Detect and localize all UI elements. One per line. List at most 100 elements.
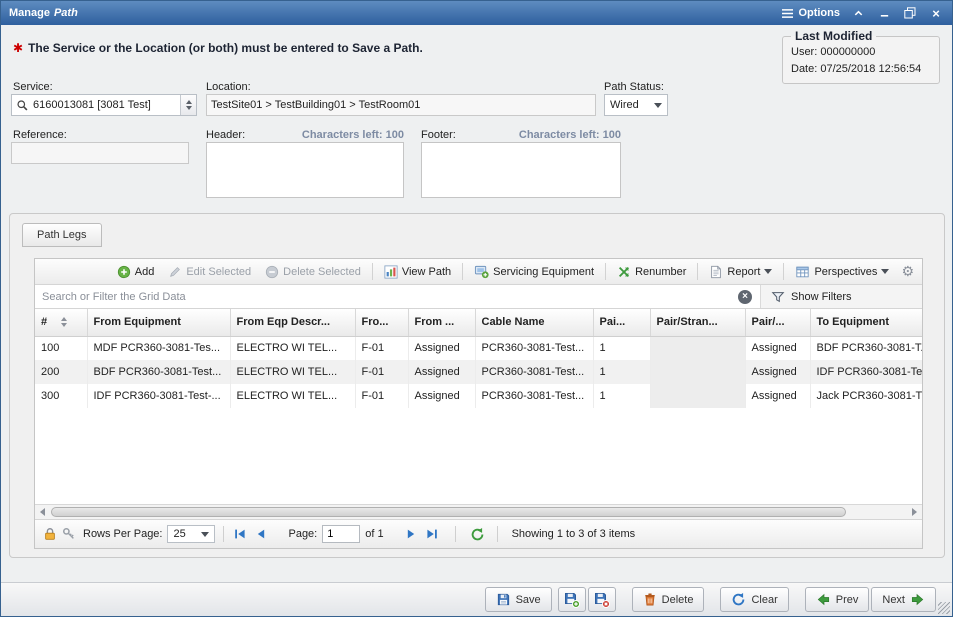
cell[interactable]: PCR360-3081-Test... bbox=[475, 360, 593, 384]
cell[interactable]: PCR360-3081-Test... bbox=[475, 384, 593, 408]
last-modified-box: Last Modified User: 000000000 Date: 07/2… bbox=[782, 29, 940, 84]
window-title-emphasis: Path bbox=[54, 7, 78, 19]
clear-search-button[interactable]: × bbox=[738, 290, 752, 304]
footer-textarea[interactable] bbox=[421, 142, 621, 198]
cell[interactable]: F-01 bbox=[355, 336, 408, 360]
scroll-left-button[interactable] bbox=[35, 505, 50, 519]
lock-button[interactable] bbox=[43, 527, 57, 541]
cell[interactable]: Assigned bbox=[408, 360, 475, 384]
cell[interactable] bbox=[650, 384, 745, 408]
column-header-pair[interactable]: Pair/... bbox=[745, 309, 810, 336]
cell[interactable]: BDF PCR360-3081-T... bbox=[810, 336, 922, 360]
pager-status: Showing 1 to 3 of 3 items bbox=[512, 528, 636, 540]
grid-settings-button[interactable]: ⚙ bbox=[897, 264, 918, 280]
add-button[interactable]: Add bbox=[111, 263, 161, 281]
cell[interactable]: F-01 bbox=[355, 384, 408, 408]
save-and-close-button[interactable] bbox=[588, 587, 616, 612]
delete-button[interactable]: Delete bbox=[632, 587, 705, 612]
next-button[interactable]: Next bbox=[871, 587, 936, 612]
search-input[interactable] bbox=[35, 291, 738, 303]
header-textarea[interactable] bbox=[206, 142, 404, 198]
column-header-cable-name[interactable]: Cable Name bbox=[475, 309, 593, 336]
resize-grip[interactable] bbox=[938, 602, 950, 614]
minimize-button[interactable] bbox=[876, 5, 892, 21]
servicing-equipment-label: Servicing Equipment bbox=[493, 266, 594, 278]
column-header-from-eqp-descr[interactable]: From Eqp Descr... bbox=[230, 309, 355, 336]
window-title-prefix: Manage bbox=[9, 7, 50, 19]
view-path-button[interactable]: View Path bbox=[378, 263, 457, 281]
prev-label: Prev bbox=[836, 594, 859, 606]
save-button[interactable]: Save bbox=[485, 587, 552, 612]
cell[interactable]: 100 bbox=[35, 336, 87, 360]
first-page-button[interactable] bbox=[232, 526, 248, 542]
cell[interactable]: ELECTRO WI TEL... bbox=[230, 336, 355, 360]
last-page-button[interactable] bbox=[424, 526, 440, 542]
column-header-to-equipment[interactable]: To Equipment bbox=[810, 309, 922, 336]
cell[interactable]: Assigned bbox=[745, 336, 810, 360]
table-row[interactable]: 200 BDF PCR360-3081-Test... ELECTRO WI T… bbox=[35, 360, 922, 384]
cell[interactable]: BDF PCR360-3081-Test... bbox=[87, 360, 230, 384]
table-row[interactable]: 100 MDF PCR360-3081-Tes... ELECTRO WI TE… bbox=[35, 336, 922, 360]
report-button[interactable]: Report bbox=[703, 263, 778, 281]
cell[interactable]: F-01 bbox=[355, 360, 408, 384]
column-header-from[interactable]: From ... bbox=[408, 309, 475, 336]
chevron-down-icon bbox=[881, 269, 889, 274]
tab-path-legs[interactable]: Path Legs bbox=[22, 223, 102, 247]
prev-button[interactable]: Prev bbox=[805, 587, 870, 612]
cell[interactable]: IDF PCR360-3081-Te... bbox=[810, 360, 922, 384]
service-field[interactable]: 6160013081 [3081 Test] bbox=[11, 94, 197, 116]
column-header-fro[interactable]: Fro... bbox=[355, 309, 408, 336]
close-button[interactable]: × bbox=[928, 5, 944, 21]
cell[interactable]: 1 bbox=[593, 360, 650, 384]
page-input[interactable] bbox=[322, 525, 360, 543]
location-field[interactable]: TestSite01 > TestBuilding01 > TestRoom01 bbox=[206, 94, 596, 116]
cell[interactable]: Jack PCR360-3081-T... bbox=[810, 384, 922, 408]
next-page-button[interactable] bbox=[403, 526, 419, 542]
collapse-button[interactable] bbox=[850, 5, 866, 21]
popout-button[interactable] bbox=[902, 5, 918, 21]
column-header-from-equipment[interactable]: From Equipment bbox=[87, 309, 230, 336]
cell[interactable] bbox=[650, 336, 745, 360]
options-button[interactable]: Options bbox=[781, 7, 840, 19]
save-and-new-button[interactable] bbox=[558, 587, 586, 612]
cell[interactable]: MDF PCR360-3081-Tes... bbox=[87, 336, 230, 360]
cell[interactable]: Assigned bbox=[745, 384, 810, 408]
scrollbar-thumb[interactable] bbox=[51, 507, 846, 517]
save-icon bbox=[496, 592, 511, 607]
perspectives-button[interactable]: Perspectives bbox=[789, 263, 895, 281]
service-label: Service: bbox=[13, 81, 53, 93]
table-row[interactable]: 300 IDF PCR360-3081-Test-... ELECTRO WI … bbox=[35, 384, 922, 408]
cell[interactable]: 200 bbox=[35, 360, 87, 384]
cell[interactable]: PCR360-3081-Test... bbox=[475, 336, 593, 360]
add-label: Add bbox=[135, 266, 155, 278]
cell[interactable]: 300 bbox=[35, 384, 87, 408]
cell[interactable]: Assigned bbox=[408, 384, 475, 408]
horizontal-scrollbar[interactable] bbox=[35, 504, 922, 519]
cell[interactable]: ELECTRO WI TEL... bbox=[230, 384, 355, 408]
cell[interactable]: Assigned bbox=[408, 336, 475, 360]
scroll-right-button[interactable] bbox=[907, 505, 922, 519]
column-header-pai[interactable]: Pai... bbox=[593, 309, 650, 336]
cell[interactable]: ELECTRO WI TEL... bbox=[230, 360, 355, 384]
column-header-pair-stran[interactable]: Pair/Stran... bbox=[650, 309, 745, 336]
edit-selected-button[interactable]: Edit Selected bbox=[162, 263, 257, 281]
refresh-button[interactable] bbox=[470, 526, 486, 542]
renumber-button[interactable]: Renumber bbox=[611, 263, 692, 281]
delete-selected-button[interactable]: Delete Selected bbox=[259, 263, 367, 281]
renumber-icon bbox=[617, 265, 631, 279]
clear-button[interactable]: Clear bbox=[720, 587, 788, 612]
cell[interactable]: 1 bbox=[593, 336, 650, 360]
path-status-select[interactable]: Wired bbox=[604, 94, 668, 116]
column-header-number[interactable]: # bbox=[35, 309, 87, 336]
rows-per-page-select[interactable]: 25 bbox=[167, 525, 215, 543]
prev-page-button[interactable] bbox=[253, 526, 269, 542]
service-picker-trigger[interactable] bbox=[180, 95, 196, 115]
cell[interactable]: 1 bbox=[593, 384, 650, 408]
servicing-equipment-button[interactable]: Servicing Equipment bbox=[468, 262, 600, 281]
cell[interactable]: Assigned bbox=[745, 360, 810, 384]
cell[interactable] bbox=[650, 360, 745, 384]
show-filters-button[interactable]: Show Filters bbox=[760, 285, 922, 308]
cell[interactable]: IDF PCR360-3081-Test-... bbox=[87, 384, 230, 408]
key-button[interactable] bbox=[62, 527, 76, 541]
reference-input[interactable] bbox=[11, 142, 189, 164]
